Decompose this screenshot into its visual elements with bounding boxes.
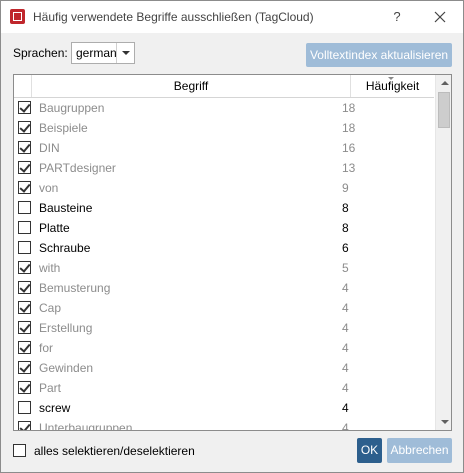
table-row[interactable]: Beispiele 18 (14, 118, 434, 138)
chevron-down-icon[interactable] (116, 43, 134, 63)
row-term: Cap (39, 301, 62, 315)
table-row[interactable]: Schraube 6 (14, 238, 434, 258)
row-checkbox[interactable] (18, 221, 31, 234)
close-button[interactable] (427, 6, 453, 28)
row-checkbox[interactable] (18, 201, 31, 214)
row-term: Bemusterung (39, 281, 111, 295)
row-term: Platte (39, 221, 70, 235)
language-value: german (76, 46, 117, 60)
table-row[interactable]: Baugruppen 18 (14, 98, 434, 118)
terms-table: Begriff Häufigkeit Baugruppen 18 Beispiele… (13, 74, 452, 431)
cancel-button[interactable]: Abbrechen (387, 438, 452, 463)
header-frequency-label: Häufigkeit (365, 79, 420, 93)
row-checkbox[interactable] (18, 341, 31, 354)
row-term: with (39, 261, 61, 275)
row-checkbox[interactable] (18, 281, 31, 294)
row-frequency: 18 (342, 101, 356, 115)
row-frequency: 4 (342, 281, 349, 295)
row-frequency: 4 (342, 361, 349, 375)
app-icon (10, 9, 25, 24)
scroll-thumb[interactable] (438, 92, 450, 128)
header-term[interactable]: Begriff (32, 75, 351, 97)
select-all-label: alles selektieren/deselektieren (34, 444, 195, 458)
row-frequency: 9 (342, 181, 349, 195)
dialog-window: Häufig verwendete Begriffe ausschließen … (0, 0, 464, 473)
table-header: Begriff Häufigkeit (14, 75, 434, 98)
table-row[interactable]: for 4 (14, 338, 434, 358)
row-checkbox[interactable] (18, 181, 31, 194)
ok-button[interactable]: OK (357, 438, 382, 463)
row-frequency: 5 (342, 261, 349, 275)
table-row[interactable]: Unterbaugruppen 4 (14, 418, 434, 431)
row-frequency: 13 (342, 161, 356, 175)
row-term: Baugruppen (39, 101, 105, 115)
row-checkbox[interactable] (18, 321, 31, 334)
language-label: Sprachen: (13, 46, 68, 60)
row-term: Erstellung (39, 321, 93, 335)
scroll-up-icon[interactable] (436, 75, 451, 92)
row-frequency: 4 (342, 401, 349, 415)
row-frequency: 8 (342, 201, 349, 215)
title-bar: Häufig verwendete Begriffe ausschließen … (1, 1, 463, 33)
header-frequency[interactable]: Häufigkeit (351, 75, 434, 97)
row-frequency: 18 (342, 121, 356, 135)
table-row[interactable]: Part 4 (14, 378, 434, 398)
table-row[interactable]: Bausteine 8 (14, 198, 434, 218)
row-checkbox[interactable] (18, 141, 31, 154)
table-row[interactable]: von 9 (14, 178, 434, 198)
row-checkbox[interactable] (18, 361, 31, 374)
table-row[interactable]: Cap 4 (14, 298, 434, 318)
row-checkbox[interactable] (18, 161, 31, 174)
row-term: Part (39, 381, 62, 395)
row-checkbox[interactable] (18, 121, 31, 134)
row-term: Bausteine (39, 201, 93, 215)
table-row[interactable]: Erstellung 4 (14, 318, 434, 338)
help-button[interactable]: ? (387, 8, 407, 26)
row-term: von (39, 181, 59, 195)
table-row[interactable]: screw 4 (14, 398, 434, 418)
row-term: Gewinden (39, 361, 94, 375)
close-icon (434, 11, 446, 23)
table-row[interactable]: Bemusterung 4 (14, 278, 434, 298)
row-checkbox[interactable] (18, 421, 31, 430)
row-checkbox[interactable] (18, 401, 31, 414)
row-frequency: 4 (342, 341, 349, 355)
window-title: Häufig verwendete Begriffe ausschließen … (33, 10, 314, 24)
table-row[interactable]: Gewinden 4 (14, 358, 434, 378)
row-term: Beispiele (39, 121, 88, 135)
scroll-down-icon[interactable] (436, 413, 451, 430)
header-check-column[interactable] (14, 75, 32, 97)
table-row[interactable]: with 5 (14, 258, 434, 278)
row-checkbox[interactable] (18, 301, 31, 314)
table-row[interactable]: PARTdesigner 13 (14, 158, 434, 178)
select-all-checkbox[interactable] (13, 444, 26, 457)
row-frequency: 4 (342, 381, 349, 395)
row-term: Schraube (39, 241, 91, 255)
row-checkbox[interactable] (18, 261, 31, 274)
row-checkbox[interactable] (18, 241, 31, 254)
table-row[interactable]: Platte 8 (14, 218, 434, 238)
row-term: for (39, 341, 54, 355)
row-checkbox[interactable] (18, 381, 31, 394)
row-frequency: 4 (342, 301, 349, 315)
row-term: PARTdesigner (39, 161, 116, 175)
refresh-index-button[interactable]: Volltextindex aktualisieren (306, 43, 452, 67)
row-frequency: 4 (342, 421, 349, 431)
row-frequency: 8 (342, 221, 349, 235)
vertical-scrollbar[interactable] (435, 75, 451, 430)
row-term: Unterbaugruppen (39, 421, 133, 431)
row-term: screw (39, 401, 71, 415)
sort-indicator-icon (388, 77, 394, 80)
row-term: DIN (39, 141, 60, 155)
row-frequency: 4 (342, 321, 349, 335)
row-frequency: 6 (342, 241, 349, 255)
row-frequency: 16 (342, 141, 356, 155)
language-select[interactable]: german (71, 42, 135, 64)
row-checkbox[interactable] (18, 101, 31, 114)
table-row[interactable]: DIN 16 (14, 138, 434, 158)
